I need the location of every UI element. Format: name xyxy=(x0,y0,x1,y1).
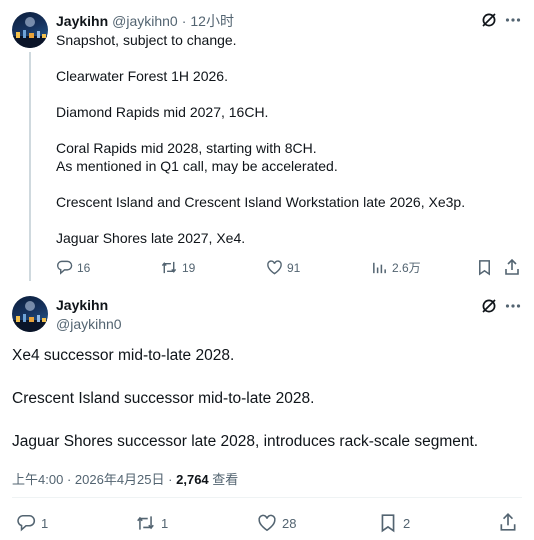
more-icon[interactable] xyxy=(504,297,522,320)
grok-icon[interactable] xyxy=(480,297,498,320)
repost-icon xyxy=(137,516,154,530)
separator: · xyxy=(181,13,187,29)
bookmark-button[interactable]: 2 xyxy=(378,513,410,533)
avatar-image xyxy=(12,17,48,48)
like-button[interactable]: 91 xyxy=(266,259,300,276)
handle[interactable]: @jaykihn0 xyxy=(56,316,122,332)
like-count: 91 xyxy=(287,260,301,275)
share-icon[interactable] xyxy=(503,258,521,281)
like-button[interactable]: 28 xyxy=(257,513,296,533)
bookmark-icon[interactable] xyxy=(476,259,493,281)
display-name[interactable]: Jaykihn xyxy=(56,297,108,313)
repost-count: 19 xyxy=(182,260,196,275)
views-button[interactable]: 2.6万 xyxy=(371,259,421,276)
tweet2-text: Xe4 successor mid-to-late 2028. Crescent… xyxy=(12,347,479,450)
view-count: 2,764 xyxy=(176,472,209,487)
post-time[interactable]: 上午4:00 xyxy=(12,472,63,487)
repost-count: 1 xyxy=(161,515,169,531)
reply-count: 16 xyxy=(77,260,91,275)
bookmark-count: 2 xyxy=(403,515,411,531)
reply-icon xyxy=(17,515,36,532)
reply-icon xyxy=(57,260,73,275)
reply-button[interactable]: 16 xyxy=(56,259,90,276)
divider xyxy=(12,497,522,498)
tweet-meta: 上午4:00 · 2026年4月25日 · 2,764 查看 xyxy=(12,469,238,488)
meta-separator: · xyxy=(66,472,72,487)
timestamp[interactable]: 12小时 xyxy=(190,11,234,31)
post-date[interactable]: 2026年4月25日 xyxy=(75,472,165,487)
views-icon xyxy=(373,262,386,274)
share-icon[interactable] xyxy=(498,512,518,537)
display-name[interactable]: Jaykihn xyxy=(56,13,108,29)
like-icon xyxy=(258,514,276,532)
avatar[interactable] xyxy=(12,12,48,48)
avatar[interactable] xyxy=(12,296,48,332)
repost-button[interactable]: 1 xyxy=(135,513,168,533)
meta-separator: · xyxy=(168,472,173,487)
reply-count: 1 xyxy=(41,515,49,531)
reply-button[interactable]: 1 xyxy=(16,513,48,533)
bookmark-icon xyxy=(381,514,395,533)
like-icon xyxy=(267,260,282,275)
thread-connector xyxy=(29,52,31,281)
views-count: 2.6万 xyxy=(392,261,421,275)
tweet1-text: Snapshot, subject to change. Clearwater … xyxy=(56,32,466,246)
handle[interactable]: @jaykihn0 xyxy=(112,13,178,29)
like-count: 28 xyxy=(282,515,297,531)
views-label: 查看 xyxy=(212,472,239,487)
repost-icon xyxy=(161,261,177,274)
avatar-image xyxy=(12,301,48,332)
tweet1-header: Jaykihn @jaykihn0 · 12小时 xyxy=(56,11,234,31)
repost-button[interactable]: 19 xyxy=(160,259,195,276)
